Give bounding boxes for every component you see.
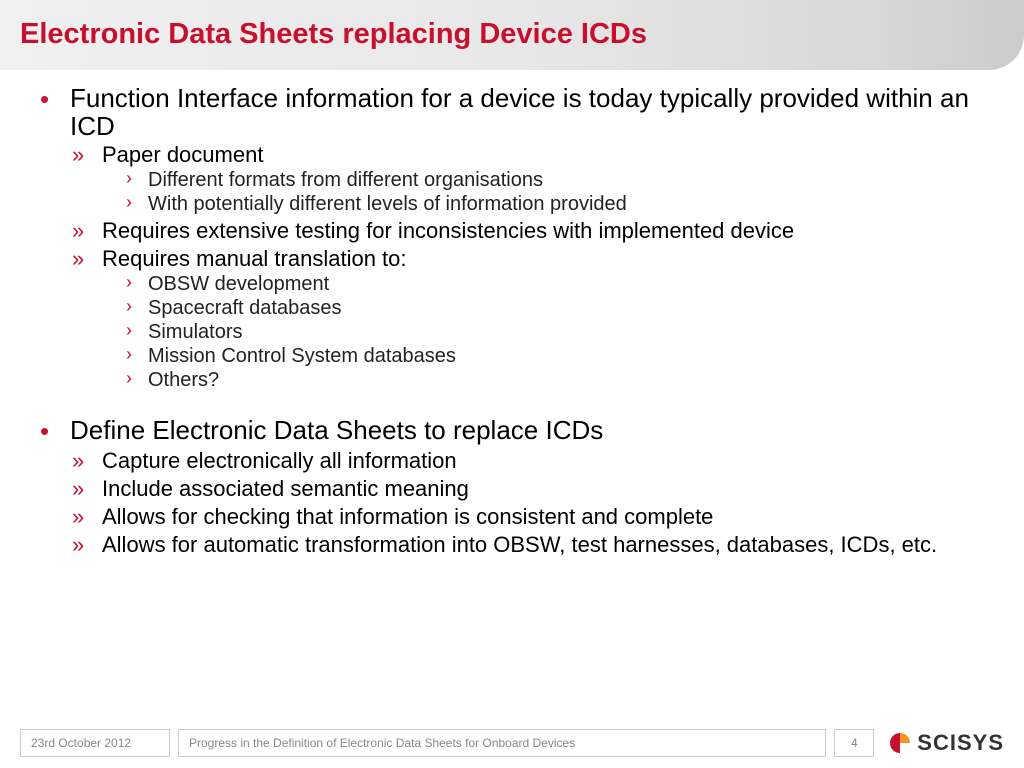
bullet-text: Requires manual translation to: — [102, 246, 407, 272]
chevron-double-icon: » — [72, 476, 102, 502]
chevron-double-icon: » — [72, 218, 102, 244]
bullet-l1: • Function Interface information for a d… — [40, 84, 984, 140]
chevron-icon: › — [126, 320, 148, 344]
chevron-icon: › — [126, 344, 148, 368]
chevron-double-icon: » — [72, 532, 102, 558]
bullet-l2: » Allows for checking that information i… — [72, 504, 984, 530]
bullet-dot-icon: • — [40, 416, 70, 446]
bullet-l3: › With potentially different levels of i… — [126, 192, 984, 216]
bullet-l3: › Mission Control System databases — [126, 344, 984, 368]
bullet-l2: » Capture electronically all information — [72, 448, 984, 474]
chevron-icon: › — [126, 296, 148, 320]
logo-icon — [888, 731, 912, 755]
bullet-l2: » Include associated semantic meaning — [72, 476, 984, 502]
bullet-text: Capture electronically all information — [102, 448, 457, 474]
chevron-icon: › — [126, 168, 148, 192]
bullet-l3: › Different formats from different organ… — [126, 168, 984, 192]
bullet-l3: › OBSW development — [126, 272, 984, 296]
scisys-logo: SCISYS — [888, 730, 1004, 756]
bullet-text: Function Interface information for a dev… — [70, 84, 984, 140]
chevron-icon: › — [126, 368, 148, 392]
chevron-double-icon: » — [72, 448, 102, 474]
bullet-l1: • Define Electronic Data Sheets to repla… — [40, 416, 984, 446]
bullet-dot-icon: • — [40, 84, 70, 140]
footer-subtitle: Progress in the Definition of Electronic… — [178, 729, 826, 757]
bullet-text: OBSW development — [148, 272, 329, 296]
bullet-text: Allows for checking that information is … — [102, 504, 713, 530]
bullet-l2: » Requires manual translation to: — [72, 246, 984, 272]
bullet-text: Simulators — [148, 320, 242, 344]
bullet-text: Spacecraft databases — [148, 296, 341, 320]
bullet-text: Different formats from different organis… — [148, 168, 543, 192]
bullet-text: Define Electronic Data Sheets to replace… — [70, 416, 603, 446]
chevron-double-icon: » — [72, 142, 102, 168]
bullet-l3: › Others? — [126, 368, 984, 392]
bullet-text: Mission Control System databases — [148, 344, 456, 368]
bullet-l3: › Simulators — [126, 320, 984, 344]
bullet-text: Include associated semantic meaning — [102, 476, 469, 502]
chevron-double-icon: » — [72, 246, 102, 272]
footer-date: 23rd October 2012 — [20, 729, 170, 757]
slide-title: Electronic Data Sheets replacing Device … — [20, 18, 1024, 51]
chevron-icon: › — [126, 192, 148, 216]
footer-page-number: 4 — [834, 729, 874, 757]
bullet-text: Allows for automatic transformation into… — [102, 532, 937, 558]
bullet-text: With potentially different levels of inf… — [148, 192, 627, 216]
bullet-text: Others? — [148, 368, 219, 392]
header-band: Electronic Data Sheets replacing Device … — [0, 0, 1024, 70]
content-area: • Function Interface information for a d… — [0, 70, 1024, 558]
bullet-text: Paper document — [102, 142, 263, 168]
bullet-text: Requires extensive testing for inconsist… — [102, 218, 794, 244]
logo-text: SCISYS — [917, 730, 1004, 756]
bullet-l2: » Requires extensive testing for inconsi… — [72, 218, 984, 244]
bullet-l2: » Allows for automatic transformation in… — [72, 532, 984, 558]
footer: 23rd October 2012 Progress in the Defini… — [20, 728, 1004, 758]
chevron-icon: › — [126, 272, 148, 296]
bullet-l2: » Paper document — [72, 142, 984, 168]
chevron-double-icon: » — [72, 504, 102, 530]
bullet-l3: › Spacecraft databases — [126, 296, 984, 320]
